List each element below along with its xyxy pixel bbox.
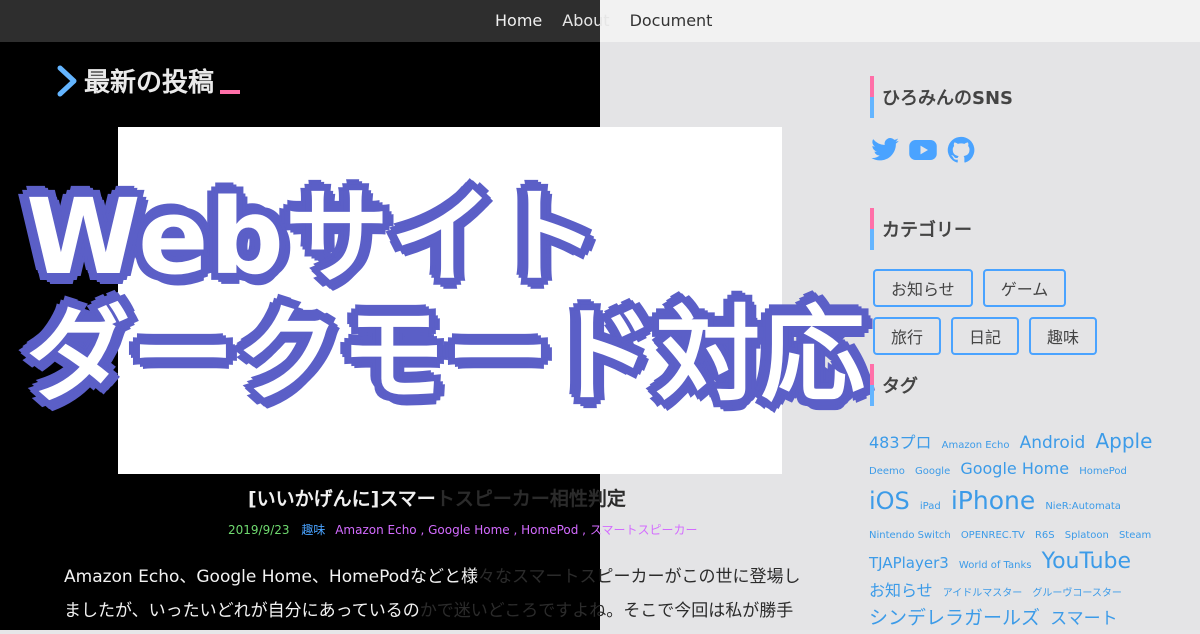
- heading-accent-bar: [870, 76, 874, 118]
- tag-link[interactable]: Google: [915, 466, 950, 477]
- hero-line-1: Webサイト: [26, 176, 600, 298]
- tag-link[interactable]: Nintendo Switch: [869, 530, 951, 541]
- post-title-dark-part: [いいかげんに]スマー: [248, 488, 436, 510]
- tag-link[interactable]: Splatoon: [1065, 530, 1109, 541]
- category-chip[interactable]: お知らせ: [873, 269, 973, 307]
- twitter-icon[interactable]: [870, 135, 900, 165]
- latest-posts-heading: 最新の投稿: [54, 62, 241, 99]
- tag-link[interactable]: シンデレラガールズ: [869, 607, 1040, 629]
- tag-link[interactable]: Google Home: [960, 459, 1069, 478]
- excerpt-line-1-light: 々なスマートスピーカーがこの世に登場し: [477, 567, 801, 587]
- excerpt-line-1-dark: Amazon Echo、Google Home、HomePodなどと様: [64, 567, 478, 587]
- top-nav: Home About Document: [0, 0, 1200, 42]
- tag-link[interactable]: NieR:Automata: [1045, 501, 1121, 512]
- tag-link[interactable]: R6S: [1035, 530, 1055, 541]
- tag-link[interactable]: Steam: [1119, 530, 1151, 541]
- category-heading-text: カテゴリー: [882, 220, 972, 241]
- sns-heading: ひろみんのSNS: [870, 76, 1013, 118]
- nav-links: Home About Document: [495, 10, 712, 32]
- post-tags: Amazon Echo , Google Home , HomePod , スマ…: [335, 523, 698, 537]
- excerpt-line-2-dark: ましたが、いったいどれが自分にあっているの: [64, 601, 420, 621]
- post-tag-link[interactable]: スマートスピーカー: [590, 523, 698, 537]
- github-icon[interactable]: [946, 135, 976, 165]
- tag-link[interactable]: スマート: [1050, 609, 1118, 629]
- tag-heading-text: タグ: [882, 376, 918, 397]
- category-chip[interactable]: 旅行: [873, 317, 942, 355]
- tag-link[interactable]: iOS: [869, 487, 910, 515]
- category-list: お知らせ ゲーム 旅行 日記 趣味: [873, 269, 1123, 365]
- post-date: 2019/9/23: [228, 523, 290, 537]
- tag-heading: タグ: [870, 364, 918, 406]
- tag-link[interactable]: iPhone: [951, 486, 1035, 515]
- category-chip[interactable]: 趣味: [1029, 317, 1098, 355]
- tag-link[interactable]: Amazon Echo: [942, 440, 1010, 451]
- hero-line-2: ダークモード対応: [26, 294, 867, 416]
- post-tag-link[interactable]: Amazon Echo: [335, 523, 416, 537]
- tag-link[interactable]: iPad: [920, 501, 941, 512]
- tag-link[interactable]: TJAPlayer3: [869, 554, 949, 572]
- tag-link[interactable]: World of Tanks: [959, 560, 1032, 571]
- nav-document-link[interactable]: Document: [630, 10, 713, 32]
- category-chip[interactable]: 日記: [951, 317, 1020, 355]
- post-meta: 2019/9/23 趣味 Amazon Echo , Google Home ,…: [228, 521, 697, 538]
- tag-link[interactable]: Apple: [1095, 429, 1152, 453]
- post-excerpt: Amazon Echo、Google Home、HomePodなどと様々なスマー…: [64, 560, 844, 628]
- tag-link[interactable]: Android: [1020, 433, 1086, 453]
- tag-link[interactable]: お知らせ: [869, 581, 933, 600]
- post-title[interactable]: [いいかげんに]スマートスピーカー相性判定: [248, 484, 626, 511]
- sns-icon-row: [870, 135, 976, 165]
- post-title-light-part: トスピーカー相性判定: [435, 488, 626, 510]
- nav-about-link[interactable]: About: [562, 10, 609, 32]
- excerpt-line-2-light: かで迷いどころですよね。そこで今回は私が勝手: [419, 601, 794, 621]
- heading-accent-bar: [870, 208, 874, 250]
- nav-home-link[interactable]: Home: [495, 10, 542, 32]
- post-tag-link[interactable]: HomePod: [521, 523, 578, 537]
- tag-link[interactable]: YouTube: [1042, 549, 1131, 574]
- tag-link[interactable]: グルーヴコースター: [1032, 588, 1122, 599]
- hero-overlay-title: Webサイト ダークモード対応: [26, 178, 866, 414]
- category-heading: カテゴリー: [870, 208, 972, 250]
- chevron-right-icon: [57, 65, 77, 96]
- latest-posts-title: 最新の投稿: [84, 68, 215, 98]
- sns-heading-text: ひろみんのSNS: [882, 88, 1013, 109]
- tag-link[interactable]: Deemo: [869, 466, 905, 477]
- tag-cloud: 483プロ Amazon Echo Android Apple Deemo Go…: [869, 426, 1159, 634]
- tag-link[interactable]: OPENREC.TV: [961, 530, 1025, 541]
- heading-accent-bar: [870, 364, 874, 406]
- tag-link[interactable]: 483プロ: [869, 433, 932, 452]
- youtube-icon[interactable]: [908, 135, 938, 165]
- tag-link[interactable]: アイドルマスター: [943, 588, 1023, 599]
- post-tag-link[interactable]: Google Home: [428, 523, 510, 537]
- category-chip[interactable]: ゲーム: [982, 269, 1067, 307]
- tag-link[interactable]: HomePod: [1079, 466, 1127, 477]
- post-category-link[interactable]: 趣味: [301, 523, 325, 537]
- title-cursor: [220, 89, 241, 94]
